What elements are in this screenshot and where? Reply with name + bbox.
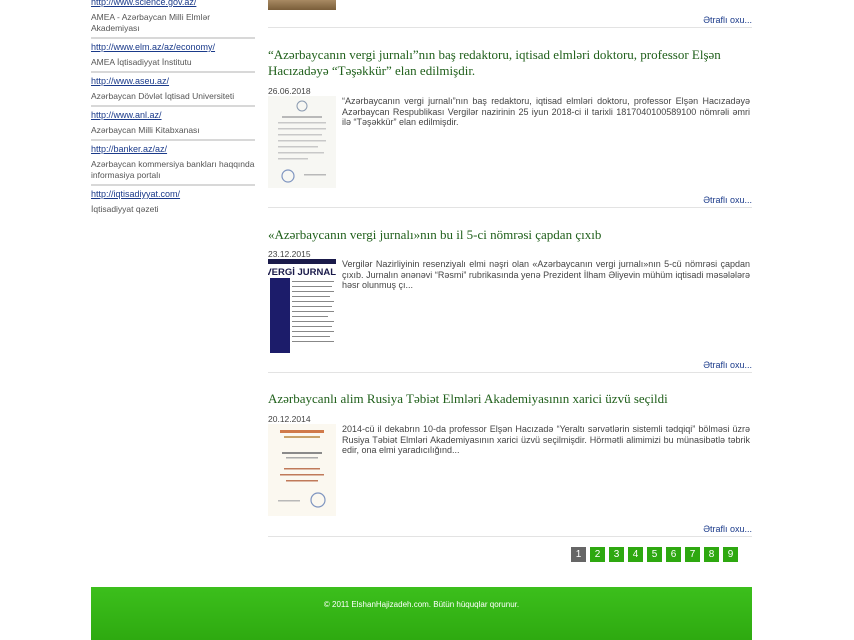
sidebar-link-banker[interactable]: http://banker.az/az/ — [91, 144, 255, 157]
page-5-button[interactable]: 5 — [647, 547, 662, 562]
footer: © 2011 ElshanHajizadeh.com. Bütün hüquql… — [91, 587, 752, 640]
page-7-button[interactable]: 7 — [685, 547, 700, 562]
sidebar-desc-elm: AMEA İqtisadiyyat İnstitutu — [91, 55, 255, 73]
read-more-link[interactable]: Ətraflı oxu... — [703, 524, 752, 534]
sidebar-desc-banker: Azərbaycan kommersiya bankları haqqında … — [91, 157, 255, 186]
page-4-button[interactable]: 4 — [628, 547, 643, 562]
article-title[interactable]: Azərbaycanlı alim Rusiya Təbiət Elmləri … — [268, 391, 738, 407]
certificate-thumbnail[interactable] — [268, 96, 336, 188]
article-excerpt: “Azərbaycanın vergi jurnalı”nın baş reda… — [342, 96, 750, 127]
sidebar-desc-anl: Azərbaycan Milli Kitabxanası — [91, 123, 255, 141]
article-title[interactable]: “Azərbaycanın vergi jurnalı”nın baş reda… — [268, 47, 738, 79]
divider — [268, 207, 752, 208]
journal-cover-thumbnail[interactable]: VERGİ JURNALI — [265, 259, 339, 353]
divider — [268, 372, 752, 373]
pagination: 1 2 3 4 5 6 7 8 9 — [571, 547, 738, 562]
page-9-button[interactable]: 9 — [723, 547, 738, 562]
article-excerpt: Vergilər Nazirliyinin resenziyalı elmi n… — [342, 259, 750, 290]
copyright-text: © 2011 ElshanHajizadeh.com. Bütün hüquql… — [323, 600, 520, 609]
sidebar-links: http://www.science.gov.az/ AMEA - Azərba… — [91, 0, 255, 221]
sidebar-link-iqtisadiyyat[interactable]: http://iqtisadiyyat.com/ — [91, 189, 255, 202]
page-2-button[interactable]: 2 — [590, 547, 605, 562]
sidebar-desc-aseu: Azərbaycan Dövlət İqtisad Universiteti — [91, 89, 255, 107]
previous-article-thumbnail[interactable] — [268, 0, 336, 10]
diploma-thumbnail[interactable] — [268, 424, 336, 516]
journal-cover-title: VERGİ JURNALI — [268, 267, 336, 278]
sidebar-desc-iqtisadiyyat: İqtisadiyyat qəzeti — [91, 204, 159, 214]
page-1-button[interactable]: 1 — [571, 547, 586, 562]
sidebar-link-anl[interactable]: http://www.anl.az/ — [91, 110, 255, 123]
read-more-link[interactable]: Ətraflı oxu... — [703, 360, 752, 370]
read-more-link[interactable]: Ətraflı oxu... — [703, 15, 752, 25]
article-title[interactable]: «Azərbaycanın vergi jurnalı»nın bu il 5-… — [268, 227, 738, 243]
sidebar-link-science[interactable]: http://www.science.gov.az/ — [91, 0, 255, 10]
page-3-button[interactable]: 3 — [609, 547, 624, 562]
sidebar-desc-science: AMEA - Azərbaycan Milli Elmlər Akademiya… — [91, 10, 255, 39]
sidebar-link-aseu[interactable]: http://www.aseu.az/ — [91, 76, 255, 89]
divider — [268, 27, 752, 28]
article-date: 26.06.2018 — [268, 86, 311, 96]
read-more-link[interactable]: Ətraflı oxu... — [703, 195, 752, 205]
article-date: 20.12.2014 — [268, 414, 311, 424]
page-6-button[interactable]: 6 — [666, 547, 681, 562]
article-date: 23.12.2015 — [268, 249, 311, 259]
article-excerpt: 2014-cü il dekabrın 10-da professor Elşə… — [342, 424, 750, 455]
divider — [268, 536, 752, 537]
sidebar-link-elm[interactable]: http://www.elm.az/az/economy/ — [91, 42, 255, 55]
page-8-button[interactable]: 8 — [704, 547, 719, 562]
